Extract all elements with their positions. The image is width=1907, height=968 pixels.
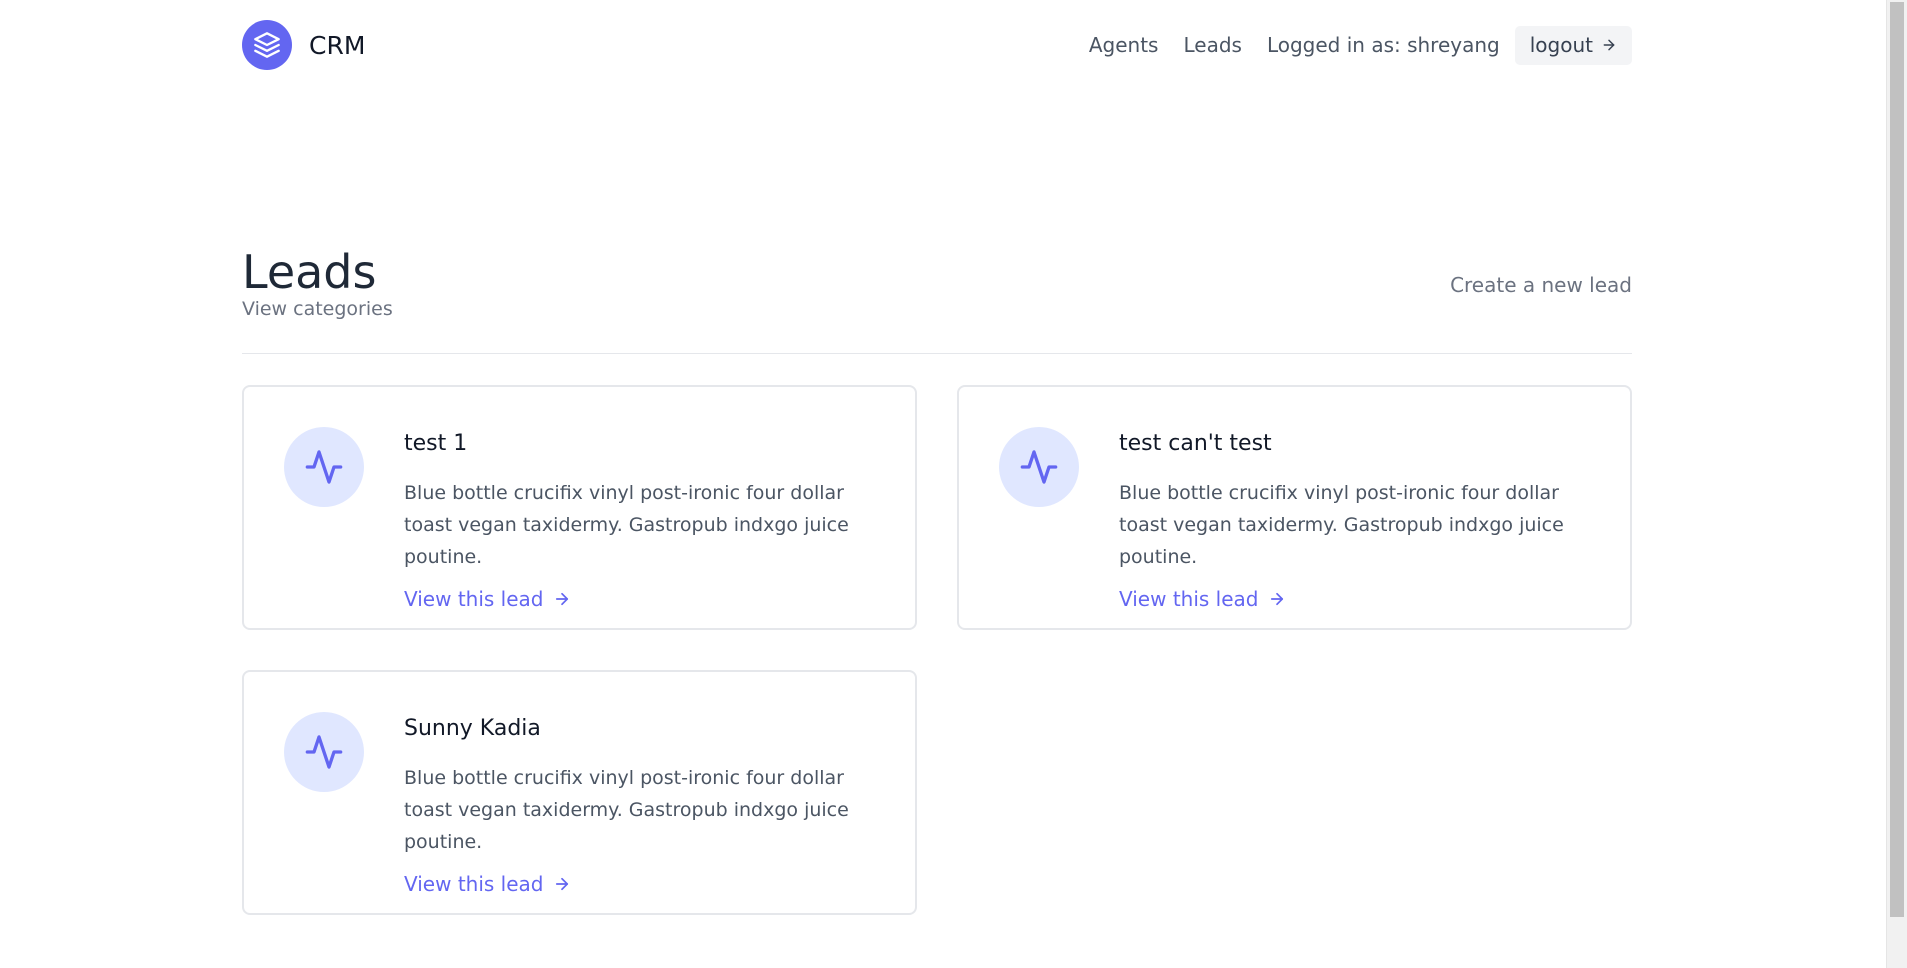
arrow-right-icon bbox=[556, 877, 569, 891]
view-lead-link[interactable]: View this lead bbox=[1119, 587, 1286, 611]
lead-name: Sunny Kadia bbox=[404, 716, 541, 741]
view-lead-link[interactable]: View this lead bbox=[404, 587, 571, 611]
brand-link[interactable]: CRM bbox=[242, 20, 365, 70]
scrollbar-thumb[interactable] bbox=[1890, 2, 1904, 917]
lead-card: Sunny Kadia Blue bottle crucifix vinyl p… bbox=[242, 670, 917, 915]
view-lead-link[interactable]: View this lead bbox=[404, 872, 571, 896]
page: CRM Agents Leads Logged in as: shreyang … bbox=[0, 0, 1907, 968]
nav-agents-link[interactable]: Agents bbox=[1089, 33, 1159, 57]
activity-icon bbox=[999, 427, 1079, 507]
nav-leads-link[interactable]: Leads bbox=[1183, 33, 1241, 57]
arrow-right-icon bbox=[1603, 39, 1615, 51]
lead-card: test can't test Blue bottle crucifix vin… bbox=[957, 385, 1632, 630]
view-lead-label: View this lead bbox=[1119, 587, 1259, 611]
lead-card-body: test 1 Blue bottle crucifix vinyl post-i… bbox=[404, 429, 884, 611]
lead-card-body: Sunny Kadia Blue bottle crucifix vinyl p… bbox=[404, 714, 884, 896]
arrow-right-icon bbox=[556, 592, 569, 606]
lead-name: test 1 bbox=[404, 431, 468, 456]
layers-icon bbox=[242, 20, 292, 70]
page-header: Leads View categories Create a new lead bbox=[242, 246, 1632, 354]
nav-menu: Agents Leads Logged in as: shreyang logo… bbox=[1064, 25, 1632, 65]
create-lead-link[interactable]: Create a new lead bbox=[1450, 273, 1632, 297]
page-title: Leads bbox=[242, 245, 377, 299]
activity-icon bbox=[284, 427, 364, 507]
view-lead-label: View this lead bbox=[404, 872, 544, 896]
lead-description: Blue bottle crucifix vinyl post-ironic f… bbox=[404, 482, 849, 568]
lead-description: Blue bottle crucifix vinyl post-ironic f… bbox=[404, 767, 849, 853]
arrow-right-icon bbox=[1271, 592, 1284, 606]
logged-in-user: Logged in as: shreyang bbox=[1266, 33, 1500, 57]
logout-button[interactable]: logout bbox=[1514, 25, 1632, 65]
logout-label: logout bbox=[1529, 33, 1593, 57]
vertical-scrollbar[interactable] bbox=[1886, 0, 1907, 968]
lead-card-body: test can't test Blue bottle crucifix vin… bbox=[1119, 429, 1599, 611]
top-nav-bar: CRM Agents Leads Logged in as: shreyang … bbox=[242, 18, 1632, 72]
view-categories-link[interactable]: View categories bbox=[242, 298, 1632, 320]
lead-card: test 1 Blue bottle crucifix vinyl post-i… bbox=[242, 385, 917, 630]
lead-description: Blue bottle crucifix vinyl post-ironic f… bbox=[1119, 482, 1564, 568]
view-lead-label: View this lead bbox=[404, 587, 544, 611]
lead-name: test can't test bbox=[1119, 431, 1272, 456]
brand-name: CRM bbox=[309, 30, 366, 60]
activity-icon bbox=[284, 712, 364, 792]
